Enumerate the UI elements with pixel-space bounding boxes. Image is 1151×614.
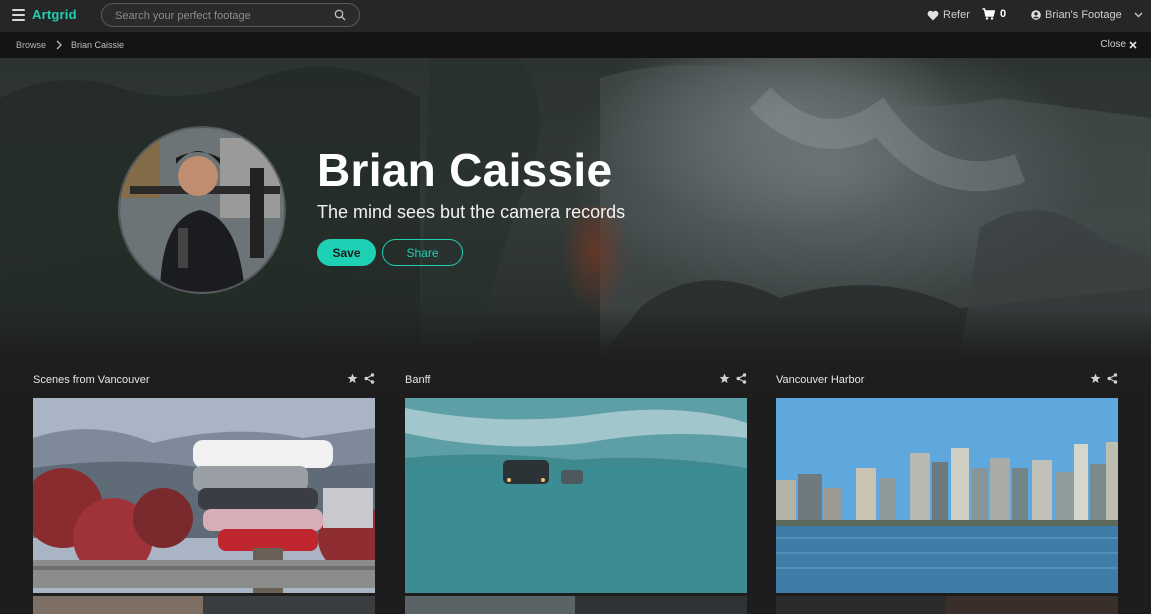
collection-actions — [719, 373, 747, 384]
star-icon[interactable] — [1090, 373, 1101, 384]
next-row-image — [33, 596, 203, 614]
account-menu[interactable]: Brian's Footage — [1031, 9, 1143, 21]
close-icon — [1129, 40, 1137, 49]
share-icon[interactable] — [364, 373, 375, 384]
close-button[interactable]: Close — [1100, 39, 1137, 50]
breadcrumb-current: Brian Caissie — [71, 40, 125, 50]
next-row-image — [946, 596, 1118, 614]
star-icon[interactable] — [719, 373, 730, 384]
profile-tagline: The mind sees but the camera records — [317, 202, 626, 222]
collection-thumbnail[interactable] — [33, 398, 375, 593]
cart-button[interactable]: 0 — [982, 8, 1006, 20]
share-button[interactable]: Share — [382, 239, 463, 266]
cart-icon — [982, 8, 995, 20]
vancouver-harbor-image — [776, 398, 1118, 593]
cars-sculpture-image — [33, 398, 375, 593]
next-row-thumbnail[interactable] — [776, 596, 1118, 614]
star-icon[interactable] — [347, 373, 358, 384]
cart-count: 0 — [1000, 8, 1007, 20]
banff-road-image — [405, 398, 747, 593]
search-box[interactable] — [101, 3, 360, 27]
refer-label: Refer — [943, 9, 970, 21]
artgrid-logo[interactable]: Artgrid — [32, 7, 77, 22]
next-row-image — [405, 596, 575, 614]
avatar — [118, 126, 286, 294]
user-icon — [1031, 10, 1041, 20]
search-input[interactable] — [115, 8, 325, 23]
avatar-photo — [120, 128, 284, 292]
next-row-thumbnail[interactable] — [405, 596, 747, 614]
heart-icon — [927, 10, 939, 20]
refer-link[interactable]: Refer — [927, 9, 970, 21]
share-icon[interactable] — [1107, 373, 1118, 384]
top-navigation-bar: Artgrid Refer 0 Brian's Footage — [0, 0, 1151, 32]
next-row-thumbnail[interactable] — [33, 596, 375, 614]
collection-thumbnail[interactable] — [405, 398, 747, 593]
collection-thumbnail[interactable] — [776, 398, 1118, 593]
chevron-right-icon — [56, 40, 62, 50]
account-label: Brian's Footage — [1045, 9, 1122, 21]
profile-name: Brian Caissie — [317, 144, 613, 196]
share-icon[interactable] — [736, 373, 747, 384]
close-label: Close — [1100, 39, 1126, 50]
breadcrumb: Browse Brian Caissie Close — [0, 32, 1151, 58]
save-button[interactable]: Save — [317, 239, 376, 266]
hamburger-menu-icon[interactable] — [12, 9, 25, 21]
search-icon[interactable] — [334, 9, 346, 21]
collection-title[interactable]: Scenes from Vancouver — [33, 374, 150, 386]
breadcrumb-browse[interactable]: Browse — [16, 40, 46, 50]
collection-actions — [1090, 373, 1118, 384]
collection-title[interactable]: Banff — [405, 374, 431, 386]
collection-title[interactable]: Vancouver Harbor — [776, 374, 864, 386]
chevron-down-icon — [1134, 12, 1143, 18]
collection-actions — [347, 373, 375, 384]
